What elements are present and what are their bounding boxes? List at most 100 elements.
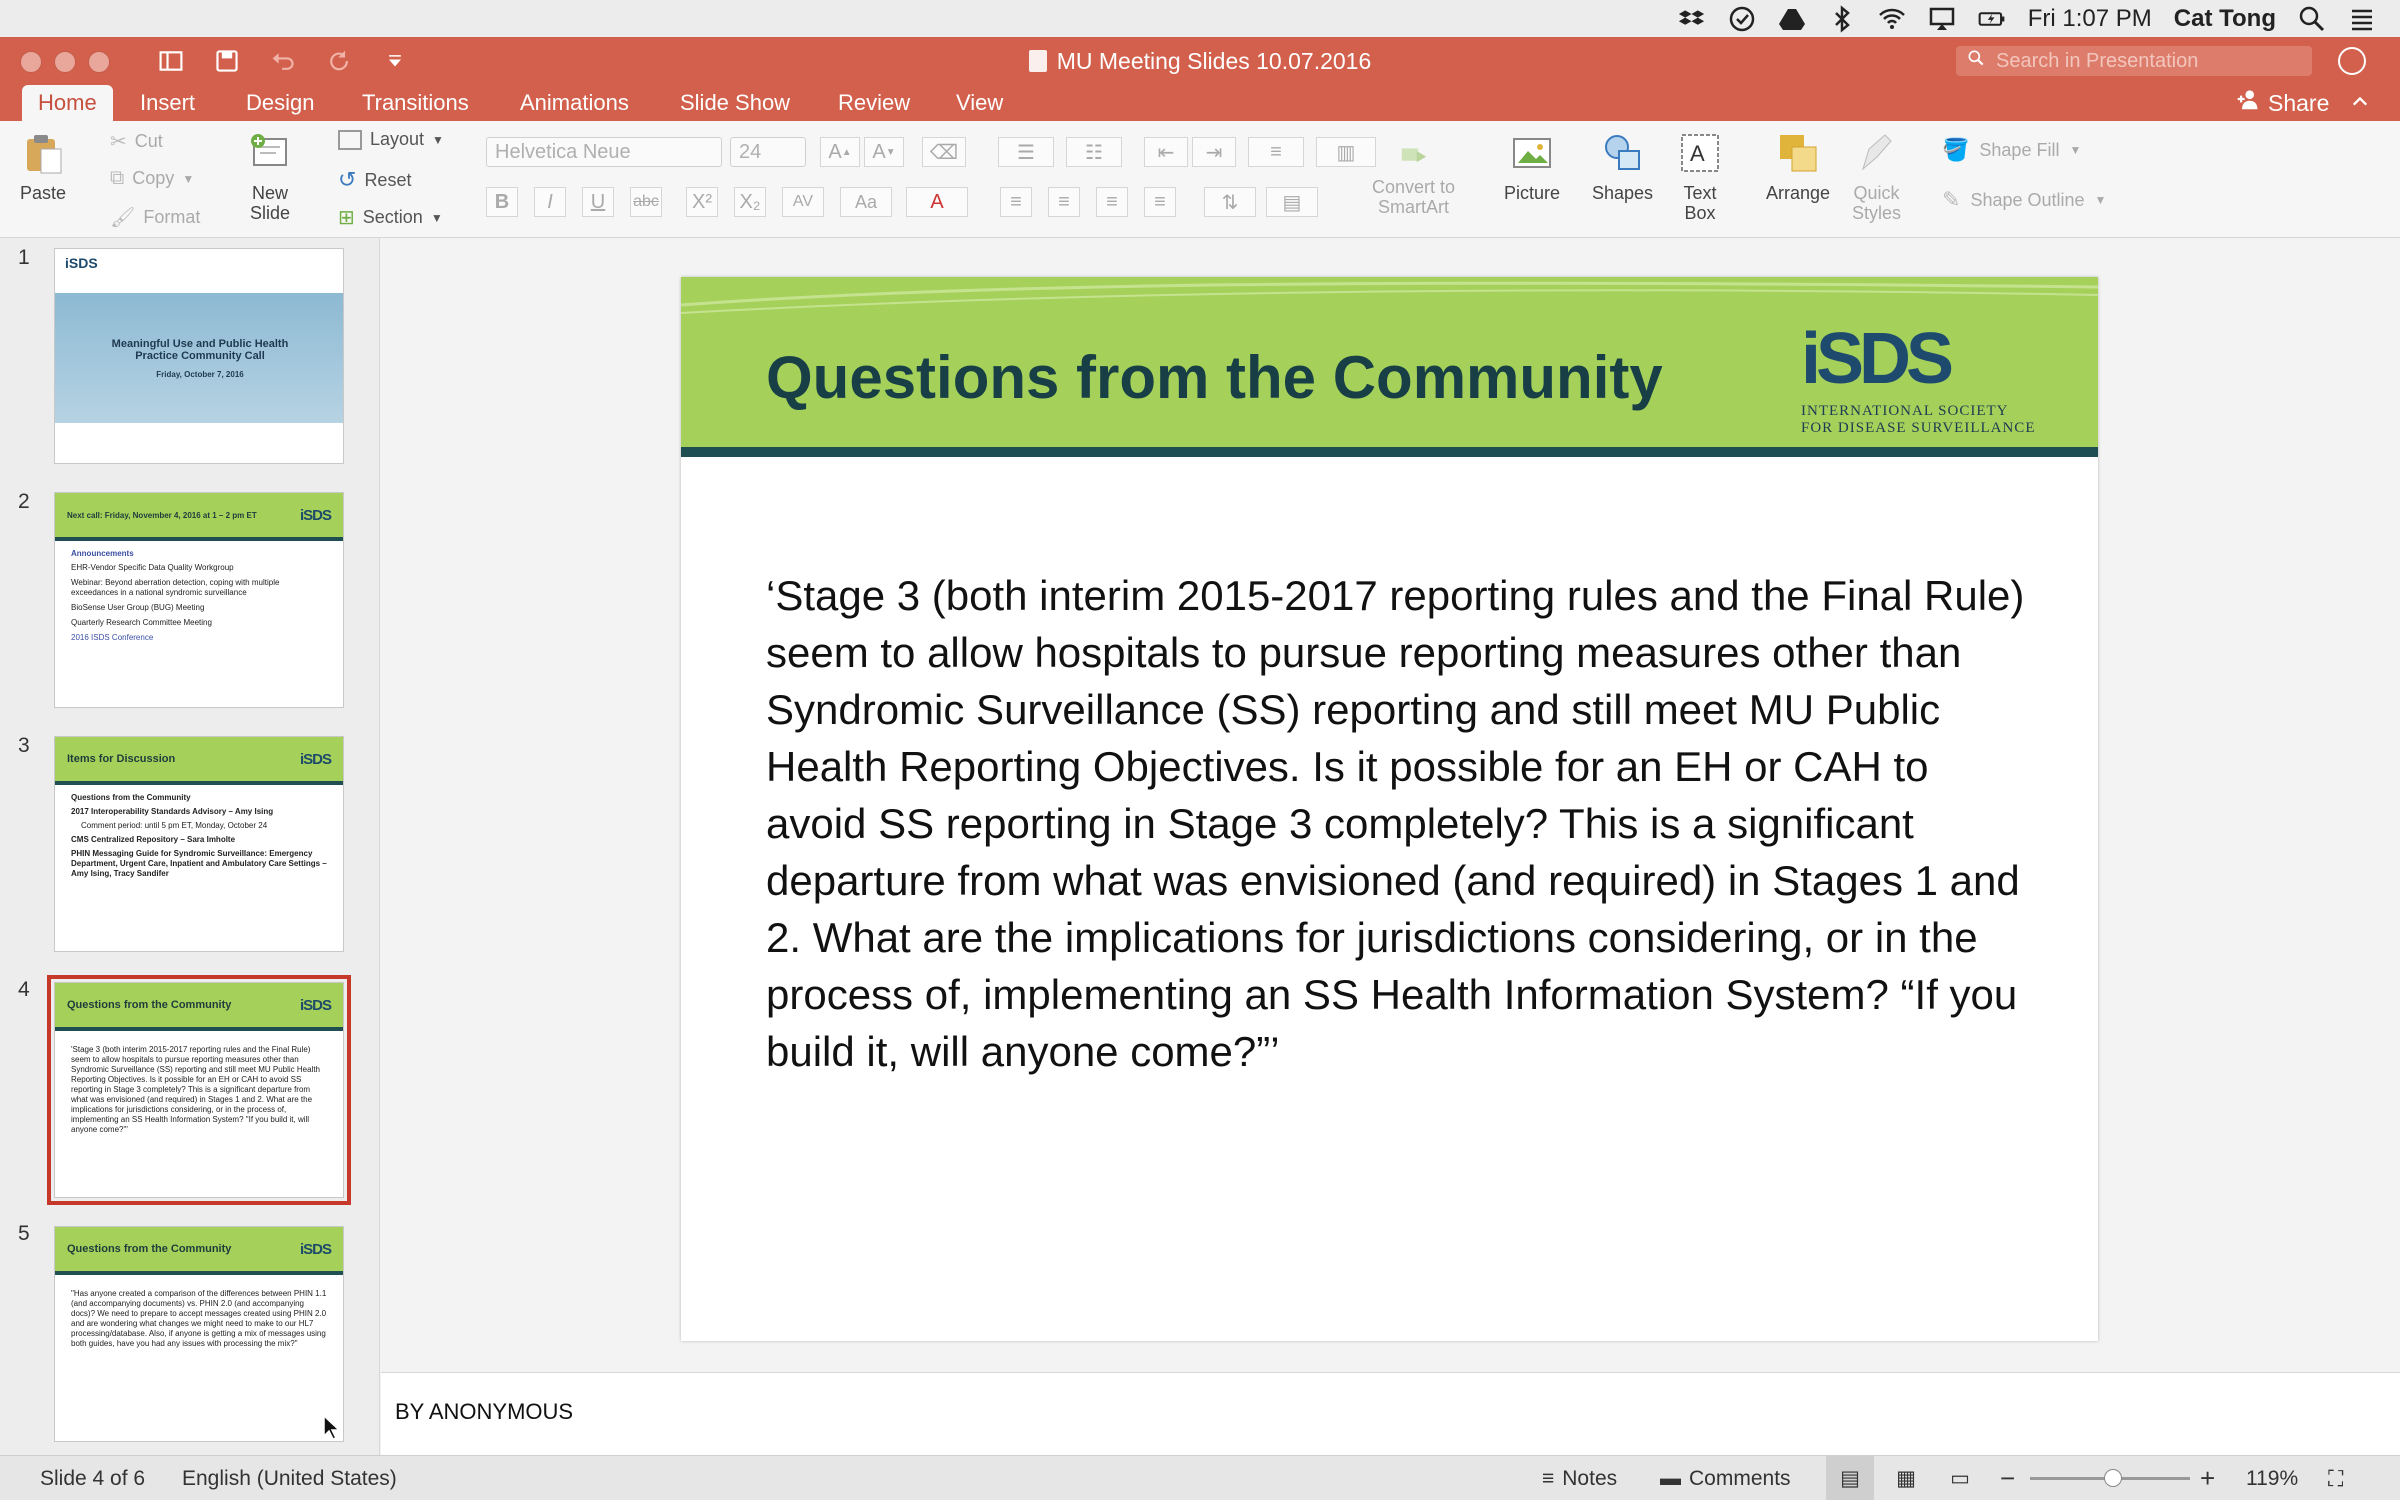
bold-button[interactable]: B — [486, 187, 518, 217]
italic-button[interactable]: I — [534, 187, 566, 217]
new-slide-button[interactable]: New Slide — [248, 131, 292, 223]
airplay-icon[interactable] — [1928, 5, 1956, 33]
arrange-button[interactable]: Arrange — [1766, 131, 1830, 203]
bluetooth-icon[interactable] — [1828, 4, 1856, 33]
font-color-button[interactable]: A — [906, 187, 968, 217]
increase-indent-button[interactable]: ⇥ — [1192, 137, 1236, 167]
align-center-button[interactable]: ≡ — [1048, 187, 1080, 217]
layout-button[interactable]: Layout ▼ — [338, 129, 444, 150]
cut-button[interactable]: ✂ Cut — [110, 129, 163, 154]
tab-review[interactable]: Review — [822, 85, 926, 121]
close-window-button[interactable] — [20, 51, 42, 73]
search-box[interactable] — [1956, 46, 2312, 76]
current-slide[interactable]: Questions from the Community iSDS INTERN… — [681, 277, 2098, 1341]
undo-icon[interactable] — [268, 46, 298, 76]
text-direction-button[interactable]: ⇅ — [1204, 187, 1256, 217]
numbering-button[interactable]: ☷ — [1066, 137, 1122, 167]
slide-show-view-icon[interactable]: ▭ — [1940, 1456, 1980, 1500]
slide-body-text[interactable]: ‘Stage 3 (both interim 2015-2017 reporti… — [766, 567, 2026, 1080]
notes-button[interactable]: ≡ Notes — [1542, 1456, 1617, 1500]
zoom-out-button[interactable]: − — [2000, 1456, 2015, 1500]
dropbox-icon[interactable] — [1678, 5, 1706, 33]
tab-view[interactable]: View — [940, 85, 1019, 121]
increase-font-size-button[interactable]: A ▲ — [820, 137, 860, 167]
sidebar-toggle-icon[interactable] — [156, 46, 186, 76]
quick-styles-button[interactable]: Quick Styles — [1852, 131, 1901, 223]
wifi-icon[interactable] — [1878, 5, 1906, 33]
align-right-button[interactable]: ≡ — [1096, 187, 1128, 217]
font-size-dropdown[interactable]: 24 — [730, 137, 806, 167]
thumbnail-logo: iSDS — [65, 255, 98, 271]
tab-insert[interactable]: Insert — [124, 85, 211, 121]
thumbnail-text: "Has anyone created a comparison of the … — [71, 1289, 327, 1348]
underline-button[interactable]: U — [582, 187, 614, 217]
outdent-icon: ⇤ — [1157, 141, 1175, 164]
zoom-level[interactable]: 119% — [2246, 1456, 2298, 1500]
bullets-button[interactable]: ☰ — [998, 137, 1054, 167]
tab-design[interactable]: Design — [230, 85, 330, 121]
zoom-in-button[interactable]: + — [2200, 1456, 2215, 1500]
zoom-slider-handle[interactable] — [2104, 1469, 2122, 1487]
language-indicator[interactable]: English (United States) — [182, 1456, 397, 1500]
tab-transitions[interactable]: Transitions — [346, 85, 485, 121]
align-left-button[interactable]: ≡ — [1000, 187, 1032, 217]
slide-sorter-view-icon[interactable]: ▦ — [1884, 1456, 1928, 1500]
text-box-button[interactable]: A Text Box — [1678, 131, 1722, 223]
slide-title[interactable]: Questions from the Community — [766, 343, 1663, 412]
superscript-button[interactable]: X² — [686, 187, 718, 217]
speaker-notes-text[interactable]: BY ANONYMOUS — [395, 1399, 573, 1424]
decrease-indent-button[interactable]: ⇤ — [1144, 137, 1188, 167]
strikethrough-button[interactable]: abc — [630, 187, 662, 217]
share-button[interactable]: Share — [2236, 85, 2369, 121]
change-case-button[interactable]: Aa — [840, 187, 892, 217]
slide-thumbnail-2[interactable]: Next call: Friday, November 4, 2016 at 1… — [54, 492, 344, 708]
convert-to-smartart-button[interactable]: Convert to SmartArt — [1372, 143, 1455, 217]
shape-fill-button[interactable]: 🪣 Shape Fill ▼ — [1942, 137, 2081, 163]
customize-toolbar-icon[interactable] — [380, 46, 410, 76]
google-drive-icon[interactable] — [1778, 5, 1806, 33]
copy-button[interactable]: ⧉ Copy ▼ — [110, 167, 194, 190]
spotlight-search-icon[interactable] — [2298, 5, 2326, 33]
clear-formatting-button[interactable]: ⌫ — [922, 137, 966, 167]
save-icon[interactable] — [212, 46, 242, 76]
font-name-dropdown[interactable]: Helvetica Neue — [486, 137, 722, 167]
slide-thumbnails-panel[interactable]: 1 iSDS Meaningful Use and Public Health … — [0, 238, 380, 1455]
battery-icon[interactable] — [1978, 5, 2006, 33]
speaker-notes-pane[interactable]: BY ANONYMOUS — [381, 1372, 2400, 1455]
tab-home[interactable]: Home — [22, 85, 113, 121]
menubar-user[interactable]: Cat Tong — [2174, 5, 2276, 33]
justify-button[interactable]: ≡ — [1144, 187, 1176, 217]
format-painter-button[interactable]: 🖌 Format — [110, 205, 200, 230]
reset-button[interactable]: ↺ Reset — [338, 167, 411, 193]
picture-button[interactable]: Picture — [1504, 131, 1560, 203]
section-button[interactable]: ⊞ Section ▼ — [338, 205, 443, 230]
line-spacing-button[interactable]: ≡ — [1248, 137, 1304, 167]
slide-thumbnail-1[interactable]: iSDS Meaningful Use and Public Health Pr… — [54, 248, 344, 464]
tab-slide-show[interactable]: Slide Show — [664, 85, 806, 121]
shape-outline-button[interactable]: ✎ Shape Outline ▼ — [1942, 187, 2106, 213]
subscript-button[interactable]: X₂ — [734, 187, 766, 217]
columns-button[interactable]: ▥ — [1316, 137, 1376, 167]
feedback-smiley-icon[interactable] — [2338, 47, 2366, 75]
checkmark-circle-icon[interactable] — [1728, 5, 1756, 33]
decrease-font-size-button[interactable]: A ▼ — [864, 137, 904, 167]
slide-thumbnail-3[interactable]: Items for Discussion iSDS Questions from … — [54, 736, 344, 952]
fit-to-window-icon[interactable]: ⛶ — [2328, 1456, 2343, 1500]
normal-view-icon[interactable]: ▤ — [1826, 1456, 1874, 1500]
align-text-button[interactable]: ▤ — [1266, 187, 1318, 217]
menubar-clock[interactable]: Fri 1:07 PM — [2028, 5, 2152, 33]
notification-center-icon[interactable] — [2348, 5, 2376, 33]
shapes-button[interactable]: Shapes — [1592, 131, 1653, 203]
slide-thumbnail-4[interactable]: Questions from the Community iSDS 'Stage … — [47, 975, 351, 1205]
zoom-window-button[interactable] — [88, 51, 110, 73]
paste-button[interactable]: Paste — [20, 131, 66, 203]
redo-icon[interactable] — [324, 46, 354, 76]
slide-thumbnail-5[interactable]: Questions from the Community iSDS "Has an… — [54, 1226, 344, 1442]
search-input[interactable] — [1996, 49, 2296, 73]
character-spacing-button[interactable]: AV — [782, 187, 824, 217]
columns-icon: ▥ — [1336, 141, 1356, 164]
minimize-window-button[interactable] — [54, 51, 76, 73]
collapse-ribbon-icon[interactable] — [2351, 85, 2369, 121]
tab-animations[interactable]: Animations — [504, 85, 645, 121]
comments-button[interactable]: ▬ Comments — [1660, 1456, 1791, 1500]
